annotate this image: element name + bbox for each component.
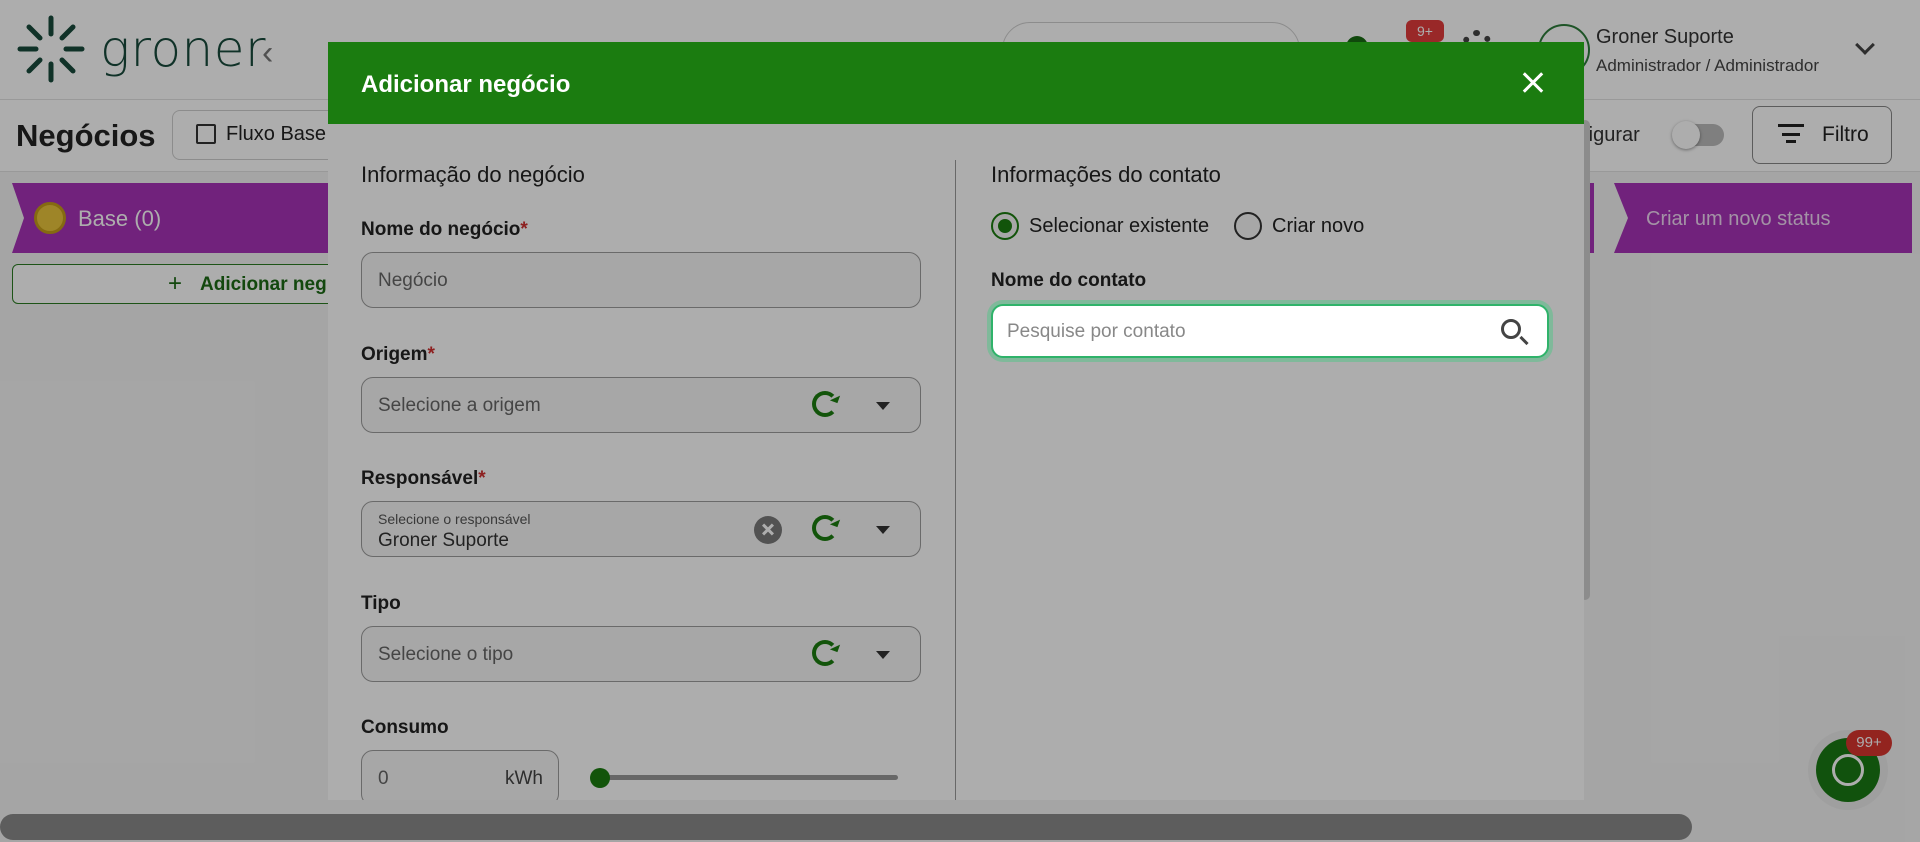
section-divider: [955, 160, 956, 800]
consumption-label: Consumo: [361, 717, 449, 738]
chevron-down-icon[interactable]: [876, 651, 890, 659]
close-icon[interactable]: [1514, 64, 1552, 102]
owner-value: Groner Suporte: [378, 530, 509, 551]
radio-existing-label: Selecionar existente: [1029, 214, 1210, 237]
search-icon[interactable]: [1501, 319, 1521, 339]
consumption-slider-thumb[interactable]: [590, 768, 610, 788]
type-select[interactable]: Selecione o tipo: [361, 626, 921, 682]
radio-new-indicator[interactable]: [1234, 212, 1262, 240]
origin-select[interactable]: Selecione a origem: [361, 377, 921, 433]
contact-search-input[interactable]: [1007, 318, 1487, 346]
deal-name-input[interactable]: Negócio: [361, 252, 921, 308]
deal-name-label: Nome do negócio*: [361, 219, 528, 240]
type-placeholder: Selecione o tipo: [378, 644, 514, 665]
consumption-slider-track[interactable]: [592, 775, 898, 780]
contact-section-title: Informações do contato: [991, 162, 1221, 187]
radio-create-new[interactable]: Criar novo: [1234, 212, 1364, 240]
radio-select-existing[interactable]: Selecionar existente: [991, 212, 1209, 240]
deal-section-title: Informação do negócio: [361, 162, 585, 187]
radio-existing-indicator[interactable]: [991, 212, 1019, 240]
refresh-icon[interactable]: [812, 391, 838, 417]
contact-name-label: Nome do contato: [991, 270, 1147, 291]
modal-header: Adicionar negócio: [328, 42, 1584, 124]
contact-search-field[interactable]: [991, 304, 1549, 358]
owner-floating-label: Selecione o responsável: [378, 511, 531, 527]
clear-icon[interactable]: [754, 516, 782, 544]
refresh-icon[interactable]: [812, 515, 838, 541]
consumption-input[interactable]: 0 kWh: [361, 750, 559, 800]
type-label: Tipo: [361, 593, 401, 614]
owner-label: Responsável*: [361, 468, 486, 489]
refresh-icon[interactable]: [812, 640, 838, 666]
origin-label: Origem*: [361, 344, 435, 365]
chevron-down-icon[interactable]: [876, 526, 890, 534]
consumption-unit: kWh: [505, 768, 543, 789]
consumption-value: 0: [378, 768, 389, 789]
owner-select[interactable]: Selecione o responsável Groner Suporte: [361, 501, 921, 557]
add-deal-modal: Adicionar negócio Informação do negócio …: [328, 42, 1584, 800]
chevron-down-icon[interactable]: [876, 402, 890, 410]
deal-name-placeholder: Negócio: [378, 270, 448, 291]
radio-new-label: Criar novo: [1272, 214, 1365, 237]
modal-title: Adicionar negócio: [361, 71, 571, 98]
origin-placeholder: Selecione a origem: [378, 395, 541, 416]
